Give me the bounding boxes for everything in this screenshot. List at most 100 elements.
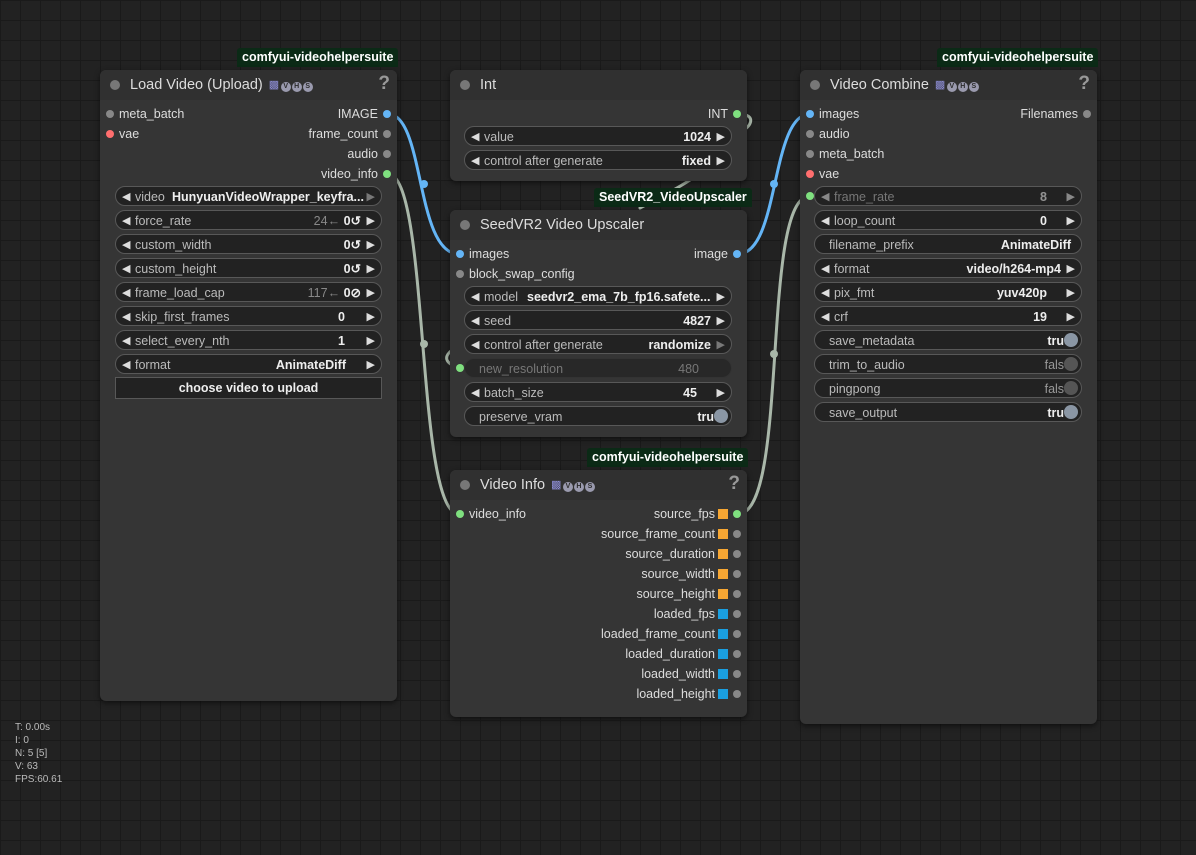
collapse-dot-icon[interactable]: [460, 220, 470, 230]
output-slot-image[interactable]: IMAGE: [338, 104, 397, 124]
input-slot-vae[interactable]: vae: [800, 164, 839, 184]
node-title: SeedVR2 Video Upscaler: [480, 217, 645, 233]
stat-i: I: 0: [15, 735, 29, 746]
input-slot-meta-batch[interactable]: meta_batch: [100, 104, 184, 124]
collapse-dot-icon[interactable]: [460, 480, 470, 490]
control-after-generate-combo[interactable]: ◀ control after generate fixed ▶: [464, 150, 732, 170]
node-title: Video Info: [480, 477, 546, 493]
node-title-bar[interactable]: SeedVR2 Video Upscaler: [450, 210, 747, 240]
node-title: Int: [480, 77, 497, 93]
output-slot-audio[interactable]: audio: [347, 144, 397, 164]
output-slot-filenames[interactable]: Filenames: [1020, 104, 1097, 124]
format-combo[interactable]: ◀ format video/h264-mp4 ▶: [814, 258, 1082, 278]
input-slot-block-swap-config[interactable]: block_swap_config: [450, 264, 575, 284]
save-metadata-toggle[interactable]: save_metadata true: [814, 330, 1082, 350]
node-title-bar[interactable]: Load Video (Upload) ▩ V H S ?: [100, 70, 397, 100]
output-slot-source-height[interactable]: source_height: [636, 584, 747, 604]
value-widget[interactable]: ◀ value 1024 ▶: [464, 126, 732, 146]
node-badge-load-video: comfyui-videohelpersuite: [237, 48, 399, 67]
output-slot-loaded-width[interactable]: loaded_width: [641, 664, 747, 684]
pingpong-toggle[interactable]: pingpong false: [814, 378, 1082, 398]
vhs-icon: ▩ V H S: [551, 478, 596, 492]
input-slot-video-info[interactable]: video_info: [450, 504, 526, 524]
preserve-vram-toggle[interactable]: preserve_vram true: [464, 406, 732, 426]
input-slot-meta-batch[interactable]: meta_batch: [800, 144, 884, 164]
link-image-to-seedvr2[interactable]: [386, 112, 461, 256]
output-slot-loaded-fps[interactable]: loaded_fps: [654, 604, 747, 624]
toggle-knob-icon: [1064, 333, 1078, 347]
format-combo[interactable]: ◀ format AnimateDiff ▶: [115, 354, 382, 374]
frame-load-cap-widget[interactable]: ◀ frame_load_cap 117← 0⊘ ▶: [115, 282, 382, 302]
output-slot-loaded-height[interactable]: loaded_height: [636, 684, 747, 704]
output-slot-image[interactable]: image: [694, 244, 747, 264]
force-rate-widget[interactable]: ◀ force_rate 24← 0↺ ▶: [115, 210, 382, 230]
video-combine-node[interactable]: Video Combine ▩ V H S ? images audio meta_ba…: [800, 70, 1097, 724]
help-icon[interactable]: ?: [378, 73, 390, 95]
node-title-bar[interactable]: Int: [450, 70, 747, 100]
trim-to-audio-toggle[interactable]: trim_to_audio false: [814, 354, 1082, 374]
input-slot-audio[interactable]: audio: [800, 124, 850, 144]
collapse-dot-icon[interactable]: [460, 80, 470, 90]
node-title-bar[interactable]: Video Info ▩ V H S ?: [450, 470, 747, 500]
custom-height-widget[interactable]: ◀ custom_height 0↺ ▶: [115, 258, 382, 278]
custom-width-widget[interactable]: ◀ custom_width 0↺ ▶: [115, 234, 382, 254]
save-output-toggle[interactable]: save_output true: [814, 402, 1082, 422]
filename-prefix-field[interactable]: filename_prefix AnimateDiff: [814, 234, 1082, 254]
output-slot-source-frame-count[interactable]: source_frame_count: [601, 524, 747, 544]
vhs-icon: ▩ V H S: [268, 78, 314, 92]
output-slot-int[interactable]: INT: [708, 104, 747, 124]
video-combo[interactable]: ◀ video HunyuanVideoWrapper_keyfra... ▶: [115, 186, 382, 206]
type-color-swatch: [718, 589, 728, 599]
seedvr2-node[interactable]: SeedVR2 Video Upscaler images block_swap…: [450, 210, 747, 437]
int-node[interactable]: Int INT ◀ value 1024 ▶ ◀ control after gen…: [450, 70, 747, 181]
new-resolution-widget: new_resolution 480: [464, 358, 732, 378]
input-slot-images[interactable]: images: [450, 244, 509, 264]
type-color-swatch: [718, 629, 728, 639]
stat-nodes: N: 5 [5]: [15, 748, 48, 759]
output-slot-source-width[interactable]: source_width: [641, 564, 747, 584]
model-combo[interactable]: ◀ model seedvr2_ema_7b_fp16.safete... ▶: [464, 286, 732, 306]
type-color-swatch: [718, 669, 728, 679]
frame-rate-widget[interactable]: ◀ frame_rate 8 ▶: [814, 186, 1082, 206]
crf-widget[interactable]: ◀ crf 19 ▶: [814, 306, 1082, 326]
type-color-swatch: [718, 569, 728, 579]
batch-size-widget[interactable]: ◀ batch_size 45 ▶: [464, 382, 732, 402]
skip-first-frames-widget[interactable]: ◀ skip_first_frames 0 ▶: [115, 306, 382, 326]
node-title: Video Combine: [830, 77, 929, 93]
output-slot-loaded-duration[interactable]: loaded_duration: [625, 644, 747, 664]
type-color-swatch: [718, 529, 728, 539]
collapse-dot-icon[interactable]: [810, 80, 820, 90]
seed-widget[interactable]: ◀ seed 4827 ▶: [464, 310, 732, 330]
type-color-swatch: [718, 649, 728, 659]
help-icon[interactable]: ?: [728, 473, 740, 495]
type-color-swatch: [718, 509, 728, 519]
node-badge-seedvr2: SeedVR2_VideoUpscaler: [594, 188, 752, 207]
control-after-generate-combo[interactable]: ◀ control after generate randomize ▶: [464, 334, 732, 354]
help-icon[interactable]: ?: [1078, 73, 1090, 95]
output-slot-source-duration[interactable]: source_duration: [625, 544, 747, 564]
film-icon: ▩: [551, 479, 563, 491]
toggle-knob-icon: [714, 409, 728, 423]
link-videoinfo-to-videoinfo-node[interactable]: [386, 172, 461, 516]
load-video-node[interactable]: Load Video (Upload) ▩ V H S ? meta_batch vae…: [100, 70, 397, 701]
select-every-nth-widget[interactable]: ◀ select_every_nth 1 ▶: [115, 330, 382, 350]
type-color-swatch: [718, 549, 728, 559]
loop-count-widget[interactable]: ◀ loop_count 0 ▶: [814, 210, 1082, 230]
input-slot-vae[interactable]: vae: [100, 124, 139, 144]
type-color-swatch: [718, 689, 728, 699]
node-title-bar[interactable]: Video Combine ▩ V H S ?: [800, 70, 1097, 100]
output-slot-source-fps[interactable]: source_fps: [654, 504, 747, 524]
pix-fmt-combo[interactable]: ◀ pix_fmt yuv420p ▶: [814, 282, 1082, 302]
video-info-node[interactable]: Video Info ▩ V H S ? video_info source_fps so…: [450, 470, 747, 717]
output-slot-video-info[interactable]: video_info: [321, 164, 397, 184]
stat-fps: FPS:60.61: [15, 774, 63, 785]
toggle-knob-icon: [1064, 381, 1078, 395]
film-icon: ▩: [268, 79, 281, 91]
stat-time: T: 0.00s: [15, 722, 51, 733]
input-slot-images[interactable]: images: [800, 104, 859, 124]
output-slot-loaded-frame-count[interactable]: loaded_frame_count: [601, 624, 747, 644]
collapse-dot-icon[interactable]: [110, 80, 120, 90]
output-slot-frame-count[interactable]: frame_count: [309, 124, 397, 144]
upload-button[interactable]: choose video to upload: [115, 377, 382, 399]
film-icon: ▩: [934, 79, 947, 91]
